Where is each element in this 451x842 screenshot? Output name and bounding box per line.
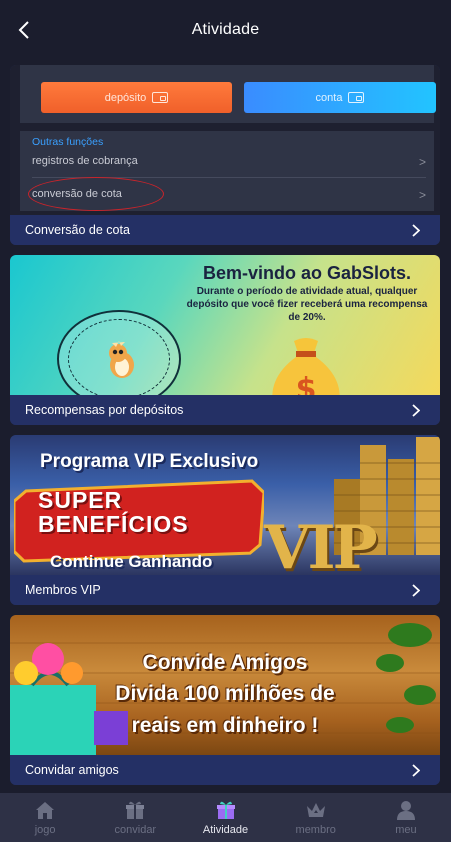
tab-jogo[interactable]: jogo [0,793,90,842]
bottom-tab-bar: jogo convidar Atividade membro meu [0,793,451,842]
chevron-right-icon [412,583,424,597]
banner-line-1: SUPER [38,487,123,513]
banner-title: Bem-vindo ao GabSlots. [202,263,412,283]
card-label-bar[interactable]: Membros VIP [10,575,440,605]
card-label-bar[interactable]: Recompensas por depósitos [10,395,440,425]
tab-label: meu [395,824,417,836]
banner-line-1: Convide Amigos [142,651,308,674]
deposit-label: depósito [104,91,147,104]
page-title: Atividade [191,21,260,38]
card-image: Bem-vindo ao GabSlots. Durante o período… [10,255,440,395]
home-icon [36,802,55,819]
wallet-icon [348,92,365,103]
tab-convidar[interactable]: convidar [90,793,180,842]
highlight-circle [28,177,164,211]
section-title: Outras funções [32,136,104,148]
activity-gift-icon [216,801,235,819]
banner-title: Programa VIP Exclusivo [40,451,259,472]
activity-card-vip[interactable]: Programa VIP Exclusivo SUPER BENEFÍCIOS … [10,435,440,605]
account-button-image: conta [244,82,436,113]
app-header: Atividade [0,0,451,60]
chevron-right-icon [412,763,424,777]
tab-meu[interactable]: meu [361,793,451,842]
banner-line-2: BENEFÍCIOS [38,511,189,537]
card-image: depósito conta Outras funções registros … [10,65,440,215]
card-label: Conversão de cota [25,223,130,237]
tab-label: membro [295,824,336,836]
screenshot-top-panel: depósito conta [20,65,436,123]
money-bag-icon: $ [272,338,340,395]
card-label: Convidar amigos [25,763,119,777]
vip-logo: VIP [264,513,378,575]
dragon-mascot-icon [109,341,134,378]
list-item: registros de cobrança > [32,155,426,169]
chevron-right-icon: > [418,188,426,202]
tab-atividade[interactable]: Atividade [180,793,270,842]
tab-label: Atividade [202,824,249,836]
svg-text:$: $ [296,372,317,395]
activity-card-quota-conversion[interactable]: depósito conta Outras funções registros … [10,65,440,245]
card-label-bar[interactable]: Conversão de cota [10,215,440,245]
banner-line-2: Divida 100 milhões de [115,682,335,705]
card-label: Membros VIP [25,583,101,597]
gift-icon [126,801,145,819]
chevron-right-icon: > [418,155,426,169]
tab-label: convidar [114,824,157,836]
card-image: Convide Amigos Divida 100 milhões de rea… [10,615,440,755]
banner-subtitle: Continue Ganhando [50,552,213,571]
chevron-right-icon [412,403,424,417]
activity-card-deposit-rewards[interactable]: Bem-vindo ao GabSlots. Durante o período… [10,255,440,425]
tab-label: jogo [34,824,56,836]
banner-body: Durante o período de atividade atual, qu… [186,286,428,323]
screenshot-functions-panel: Outras funções registros de cobrança > c… [20,131,434,211]
deposit-button-image: depósito [41,82,232,113]
user-icon [396,801,415,820]
card-label: Recompensas por depósitos [25,403,184,417]
activity-card-invite-friends[interactable]: Convide Amigos Divida 100 milhões de rea… [10,615,440,785]
chevron-right-icon [412,223,424,237]
card-label-bar[interactable]: Convidar amigos [10,755,440,785]
back-button[interactable] [14,18,34,42]
account-label: conta [315,91,343,104]
tab-membro[interactable]: membro [271,793,361,842]
card-image: Programa VIP Exclusivo SUPER BENEFÍCIOS … [10,435,440,575]
row-label: registros de cobrança [32,155,138,167]
wallet-icon [152,92,169,103]
banner-line-3: reais em dinheiro ! [131,714,319,737]
chevron-left-icon [18,21,29,39]
crown-icon [306,803,325,817]
